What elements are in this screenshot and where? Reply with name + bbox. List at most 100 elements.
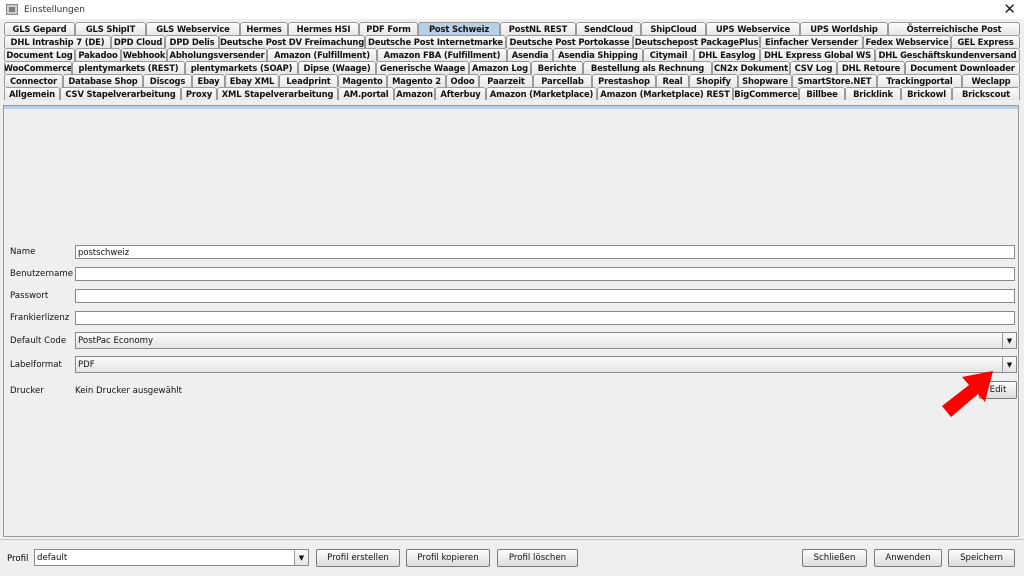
tab-deutsche-post-internetmarke[interactable]: Deutsche Post Internetmarke xyxy=(365,35,506,48)
default-code-value: PostPac Economy xyxy=(78,335,154,346)
tab-amazon-fba-fulfillment[interactable]: Amazon FBA (Fulfillment) xyxy=(377,48,507,61)
tab-am-portal[interactable]: AM.portal xyxy=(338,87,394,100)
close-icon[interactable]: ✕ xyxy=(1003,1,1016,18)
tab-bricklink[interactable]: Bricklink xyxy=(845,87,901,100)
tab-gel-express[interactable]: GEL Express xyxy=(951,35,1020,48)
labelformat-select[interactable]: PDF ▼ xyxy=(75,356,1017,373)
tab-proxy[interactable]: Proxy xyxy=(181,87,217,100)
passwort-input[interactable] xyxy=(75,289,1015,303)
tab-connector[interactable]: Connector xyxy=(4,74,63,87)
tab-gls-webservice[interactable]: GLS Webservice xyxy=(146,22,240,35)
tab-odoo[interactable]: Odoo xyxy=(446,74,479,87)
tab-brickscout[interactable]: Brickscout xyxy=(952,87,1020,100)
anwenden-button[interactable]: Anwenden xyxy=(874,549,942,567)
tab-shopware[interactable]: Shopware xyxy=(738,74,792,87)
tab-berichte[interactable]: Berichte xyxy=(531,61,583,74)
tab-smartstore-net[interactable]: SmartStore.NET xyxy=(792,74,877,87)
chevron-down-icon[interactable]: ▼ xyxy=(1002,333,1016,348)
tab-amazon[interactable]: Amazon xyxy=(394,87,435,100)
tab-prestashop[interactable]: Prestashop xyxy=(592,74,656,87)
tab-plentymarkets-rest[interactable]: plentymarkets (REST) xyxy=(72,61,185,74)
tab-weclapp[interactable]: Weclapp xyxy=(962,74,1020,87)
tab-österreichische-post[interactable]: Österreichische Post xyxy=(888,22,1020,35)
tab-bigcommerce[interactable]: BigCommerce xyxy=(733,87,799,100)
tab-document-log[interactable]: Document Log xyxy=(4,48,75,61)
default-code-select[interactable]: PostPac Economy ▼ xyxy=(75,332,1017,349)
tab-asendia[interactable]: Asendia xyxy=(507,48,553,61)
tab-brickowl[interactable]: Brickowl xyxy=(901,87,952,100)
tab-magento-2[interactable]: Magento 2 xyxy=(387,74,446,87)
tab-citymail[interactable]: Citymail xyxy=(643,48,694,61)
chevron-down-icon[interactable]: ▼ xyxy=(1002,357,1016,372)
tab-hermes[interactable]: Hermes xyxy=(240,22,288,35)
tab-pakadoo[interactable]: Pakadoo xyxy=(75,48,121,61)
chevron-down-icon[interactable]: ▼ xyxy=(294,550,308,565)
tab-fedex-webservice[interactable]: Fedex Webservice xyxy=(863,35,951,48)
name-input[interactable] xyxy=(75,245,1015,259)
tab-dipse-waage[interactable]: Dipse (Waage) xyxy=(298,61,376,74)
tab-billbee[interactable]: Billbee xyxy=(799,87,845,100)
tab-amazon-fulfillment[interactable]: Amazon (Fulfillment) xyxy=(267,48,377,61)
profil-select[interactable]: default ▼ xyxy=(34,549,309,566)
speichern-button[interactable]: Speichern xyxy=(948,549,1015,567)
tab-dhl-intraship-7-de[interactable]: DHL Intraship 7 (DE) xyxy=(4,35,111,48)
tab-csv-log[interactable]: CSV Log xyxy=(790,61,837,74)
tab-allgemein[interactable]: Allgemein xyxy=(4,87,60,100)
profil-loeschen-button[interactable]: Profil löschen xyxy=(497,549,578,567)
tab-database-shop[interactable]: Database Shop xyxy=(63,74,143,87)
tab-amazon-marketplace-rest[interactable]: Amazon (Marketplace) REST xyxy=(597,87,733,100)
tab-dpd-delis[interactable]: DPD Delis xyxy=(165,35,219,48)
tab-csv-stapelverarbeitung[interactable]: CSV Stapelverarbeitung xyxy=(60,87,181,100)
tab-bestellung-als-rechnung[interactable]: Bestellung als Rechnung xyxy=(583,61,712,74)
tab-post-schweiz[interactable]: Post Schweiz xyxy=(418,22,500,35)
tab-deutsche-post-dv-freimachung[interactable]: Deutsche Post DV Freimachung xyxy=(219,35,365,48)
tab-abholungsversender[interactable]: Abholungsversender xyxy=(167,48,267,61)
tab-shopify[interactable]: Shopify xyxy=(689,74,738,87)
tab-dpd-cloud[interactable]: DPD Cloud xyxy=(111,35,165,48)
tab-asendia-shipping[interactable]: Asendia Shipping xyxy=(553,48,643,61)
tab-plentymarkets-soap[interactable]: plentymarkets (SOAP) xyxy=(185,61,298,74)
frankierlizenz-input[interactable] xyxy=(75,311,1015,325)
tab-afterbuy[interactable]: Afterbuy xyxy=(435,87,486,100)
tab-parcellab[interactable]: Parcellab xyxy=(533,74,592,87)
tab-leadprint[interactable]: Leadprint xyxy=(279,74,338,87)
profil-erstellen-button[interactable]: Profil erstellen xyxy=(316,549,400,567)
benutzername-input[interactable] xyxy=(75,267,1015,281)
tab-deutsche-post-portokasse[interactable]: Deutsche Post Portokasse xyxy=(506,35,633,48)
tab-discogs[interactable]: Discogs xyxy=(143,74,192,87)
tab-cn2x-dokument[interactable]: CN2x Dokument xyxy=(712,61,790,74)
schliessen-button[interactable]: Schließen xyxy=(802,549,867,567)
tab-gls-shipit[interactable]: GLS ShipIT xyxy=(75,22,146,35)
tab-ups-webservice[interactable]: UPS Webservice xyxy=(706,22,800,35)
tab-ebay-xml[interactable]: Ebay XML xyxy=(225,74,279,87)
tab-paarzeit[interactable]: Paarzeit xyxy=(479,74,533,87)
tab-shipcloud[interactable]: ShipCloud xyxy=(641,22,706,35)
tab-dhl-express-global-ws[interactable]: DHL Express Global WS xyxy=(760,48,875,61)
tab-document-downloader[interactable]: Document Downloader xyxy=(905,61,1020,74)
tab-webhook[interactable]: Webhook xyxy=(121,48,167,61)
tab-dhl-easylog[interactable]: DHL Easylog xyxy=(694,48,760,61)
tab-ups-worldship[interactable]: UPS Worldship xyxy=(800,22,888,35)
tab-magento[interactable]: Magento xyxy=(338,74,387,87)
tab-gls-gepard[interactable]: GLS Gepard xyxy=(4,22,75,35)
tab-deutschepost-packageplus[interactable]: Deutschepost PackagePlus xyxy=(633,35,760,48)
tab-dhl-geschäftskundenversand[interactable]: DHL Geschäftskundenversand xyxy=(875,48,1020,61)
tab-strip: GLS Gepard GLS ShipIT GLS Webservice Hermes… xyxy=(4,22,1020,100)
tab-trackingportal[interactable]: Trackingportal xyxy=(877,74,962,87)
profil-kopieren-button[interactable]: Profil kopieren xyxy=(406,549,490,567)
tab-dhl-retoure[interactable]: DHL Retoure xyxy=(837,61,905,74)
tab-amazon-log[interactable]: Amazon Log xyxy=(469,61,531,74)
tab-hermes-hsi[interactable]: Hermes HSI xyxy=(288,22,359,35)
tab-amazon-marketplace[interactable]: Amazon (Marketplace) xyxy=(486,87,597,100)
tab-sendcloud[interactable]: SendCloud xyxy=(576,22,641,35)
tab-postnl-rest[interactable]: PostNL REST xyxy=(500,22,576,35)
tab-ebay[interactable]: Ebay xyxy=(192,74,225,87)
tab-generische-waage[interactable]: Generische Waage xyxy=(376,61,469,74)
tab-pdf-form[interactable]: PDF Form xyxy=(359,22,418,35)
java-cup-icon xyxy=(6,4,18,15)
tab-einfacher-versender[interactable]: Einfacher Versender xyxy=(760,35,863,48)
tab-woocommerce[interactable]: WooCommerce xyxy=(4,61,72,74)
red-arrow-icon xyxy=(942,371,993,417)
tab-real[interactable]: Real xyxy=(656,74,689,87)
tab-xml-stapelverarbeitung[interactable]: XML Stapelverarbeitung xyxy=(217,87,338,100)
